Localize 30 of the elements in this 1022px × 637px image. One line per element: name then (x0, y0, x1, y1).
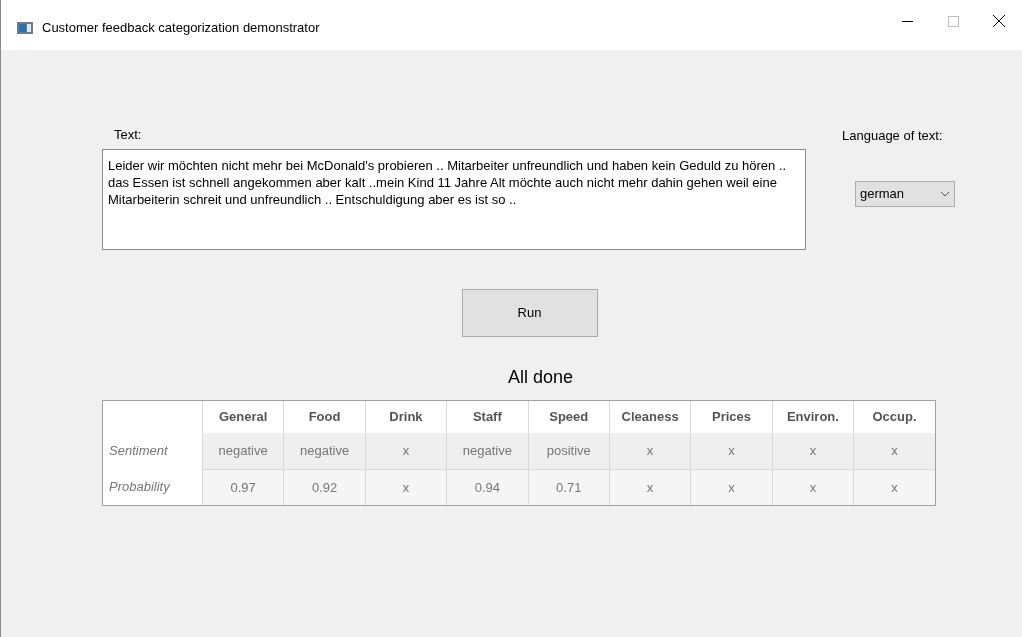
table-cell: negative (283, 433, 366, 469)
table-cell: negative (446, 433, 529, 469)
minimize-icon (901, 20, 913, 22)
table-cell: x (365, 433, 447, 469)
table-cell: x (609, 469, 691, 505)
status-text: All done (507, 366, 574, 388)
table-cell: x (365, 469, 447, 505)
text-label: Text: (114, 127, 143, 143)
table-cell: x (690, 469, 773, 505)
table-cell: x (609, 433, 691, 469)
maximize-icon (947, 15, 959, 27)
table-cell: negative (202, 433, 284, 469)
table-cell: 0.71 (528, 469, 610, 505)
table-cell: 0.92 (283, 469, 366, 505)
table-cell: x (772, 469, 854, 505)
language-label: Language of text: (842, 128, 943, 144)
table-cell: 0.94 (446, 469, 529, 505)
table-cell: 0.97 (202, 469, 284, 505)
language-dropdown[interactable]: german (855, 181, 955, 207)
run-button[interactable]: Run (461, 289, 598, 337)
table-cell: x (853, 433, 935, 469)
table-cell: x (690, 433, 773, 469)
app-icon (17, 22, 33, 34)
feedback-text-field[interactable]: Leider wir möchten nicht mehr bei McDonald's probieren .. Mitarbeiter unfreundlich und haben kein Geduld zu hören .. das Essen ist schnell angekommen aber kalt ..mein Kind 11 Jahre Alt möchte auch nicht mehr dahin gehen weil eine Mitarbeiterin schreit und unfreundlich .. Entschuldigung aber es ist so .. (102, 149, 806, 250)
table-cell: positive (528, 433, 610, 469)
table-cell: x (772, 433, 854, 469)
table-cell: x (853, 469, 935, 505)
close-icon (993, 15, 1005, 27)
window-title: Customer feedback categorization demonstrator (42, 20, 320, 36)
chevron-down-icon (940, 191, 950, 197)
